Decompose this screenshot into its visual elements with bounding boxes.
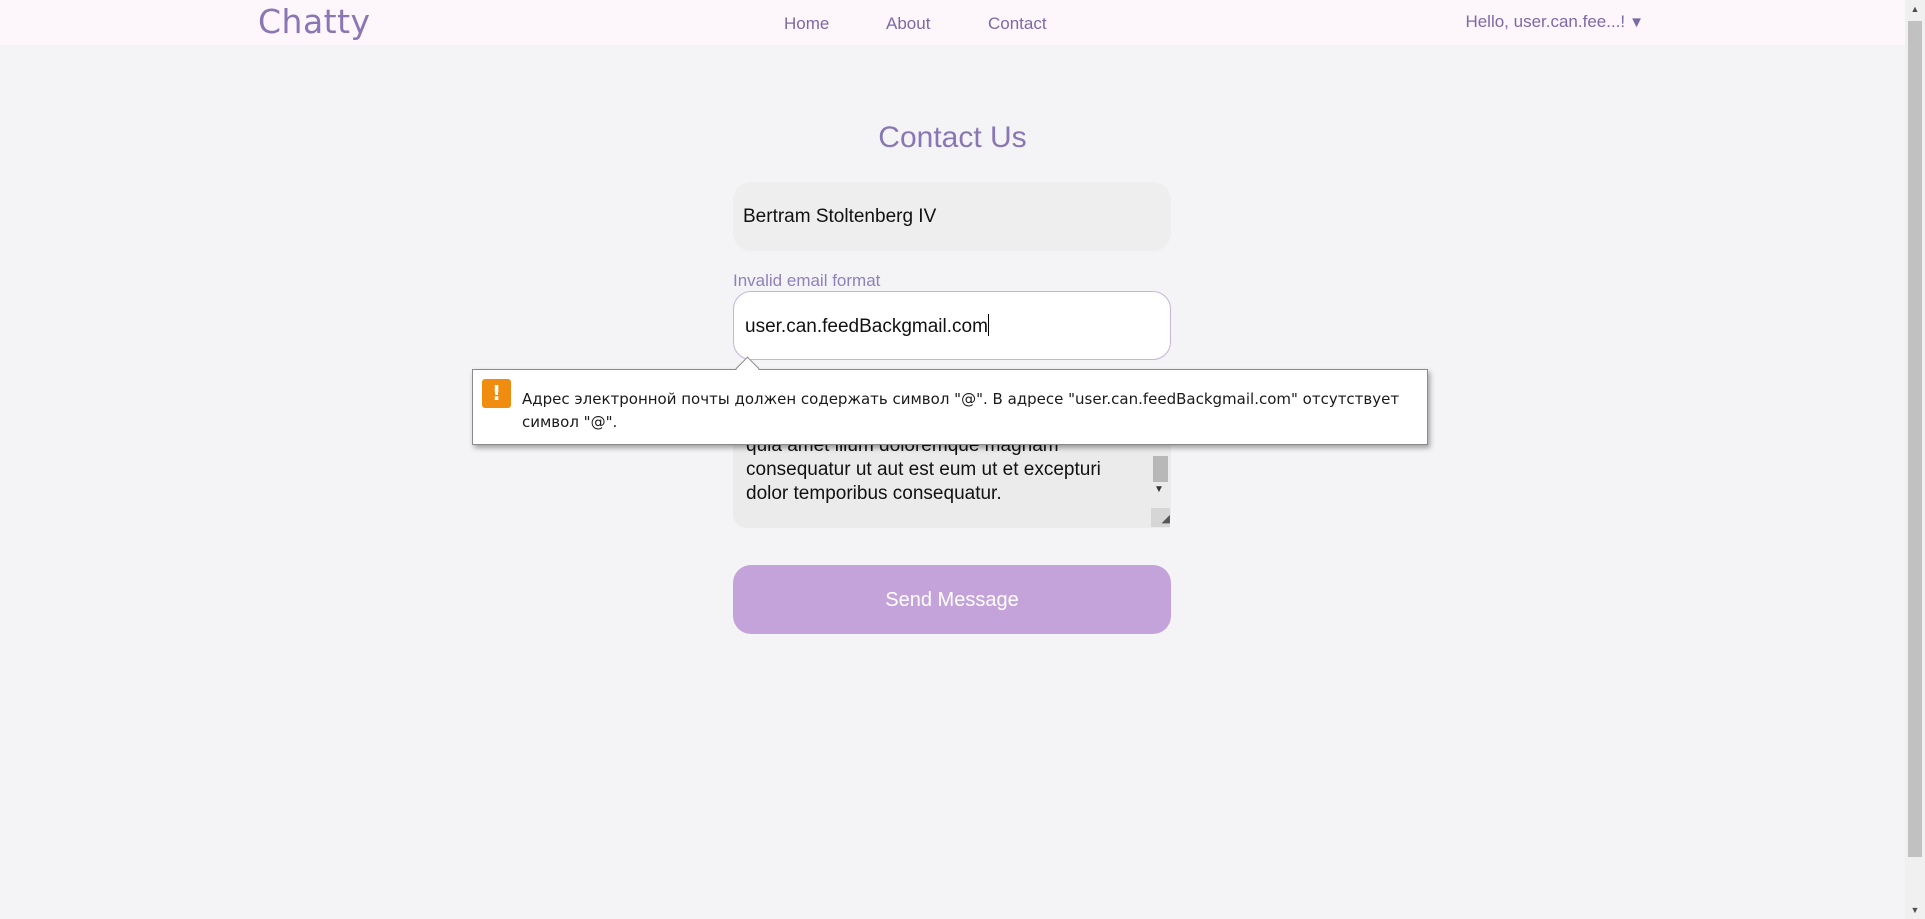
page-title: Contact Us [878,121,1027,154]
scroll-down-arrow-icon[interactable]: ▼ [1905,901,1925,919]
nav-home-link[interactable]: Home [784,14,829,34]
user-greeting: Hello, user.can.fee...! [1465,12,1626,31]
textarea-scrollbar[interactable]: ▼ ◢ [1150,440,1170,528]
user-menu-dropdown[interactable]: Hello, user.can.fee...! ▼ [1465,12,1644,33]
nav-contact-link[interactable]: Contact [988,14,1047,34]
scroll-up-arrow-icon[interactable]: ▲ [1905,0,1925,18]
warning-icon: ! [482,379,511,408]
page: Chatty Home About Contact Hello, user.ca… [0,0,1925,919]
textarea-scroll-thumb[interactable] [1153,456,1168,482]
scroll-down-arrow-icon[interactable]: ▼ [1154,484,1164,495]
validation-message: Адрес электронной почты должен содержать… [522,390,1400,431]
email-error-label: Invalid email format [733,271,881,290]
name-input[interactable]: Bertram Stoltenberg IV [733,182,1171,251]
top-navbar: Chatty Home About Contact Hello, user.ca… [0,0,1905,45]
send-message-button[interactable]: Send Message [733,565,1171,634]
tooltip-arrow [735,356,760,381]
email-input-value: user.can.feedBackgmail.com [745,316,988,337]
validation-tooltip: ! Адрес электронной почты должен содержа… [472,356,1428,445]
text-cursor [987,314,989,336]
email-input[interactable]: user.can.feedBackgmail.com [733,291,1171,360]
nav-about-link[interactable]: About [886,14,930,34]
caret-down-icon: ▼ [1629,14,1644,31]
resize-handle-icon[interactable]: ◢ [1151,508,1170,527]
page-scrollbar[interactable]: ▲ ▼ [1905,0,1925,919]
page-scroll-thumb[interactable] [1908,21,1922,857]
name-input-value: Bertram Stoltenberg IV [743,206,937,227]
